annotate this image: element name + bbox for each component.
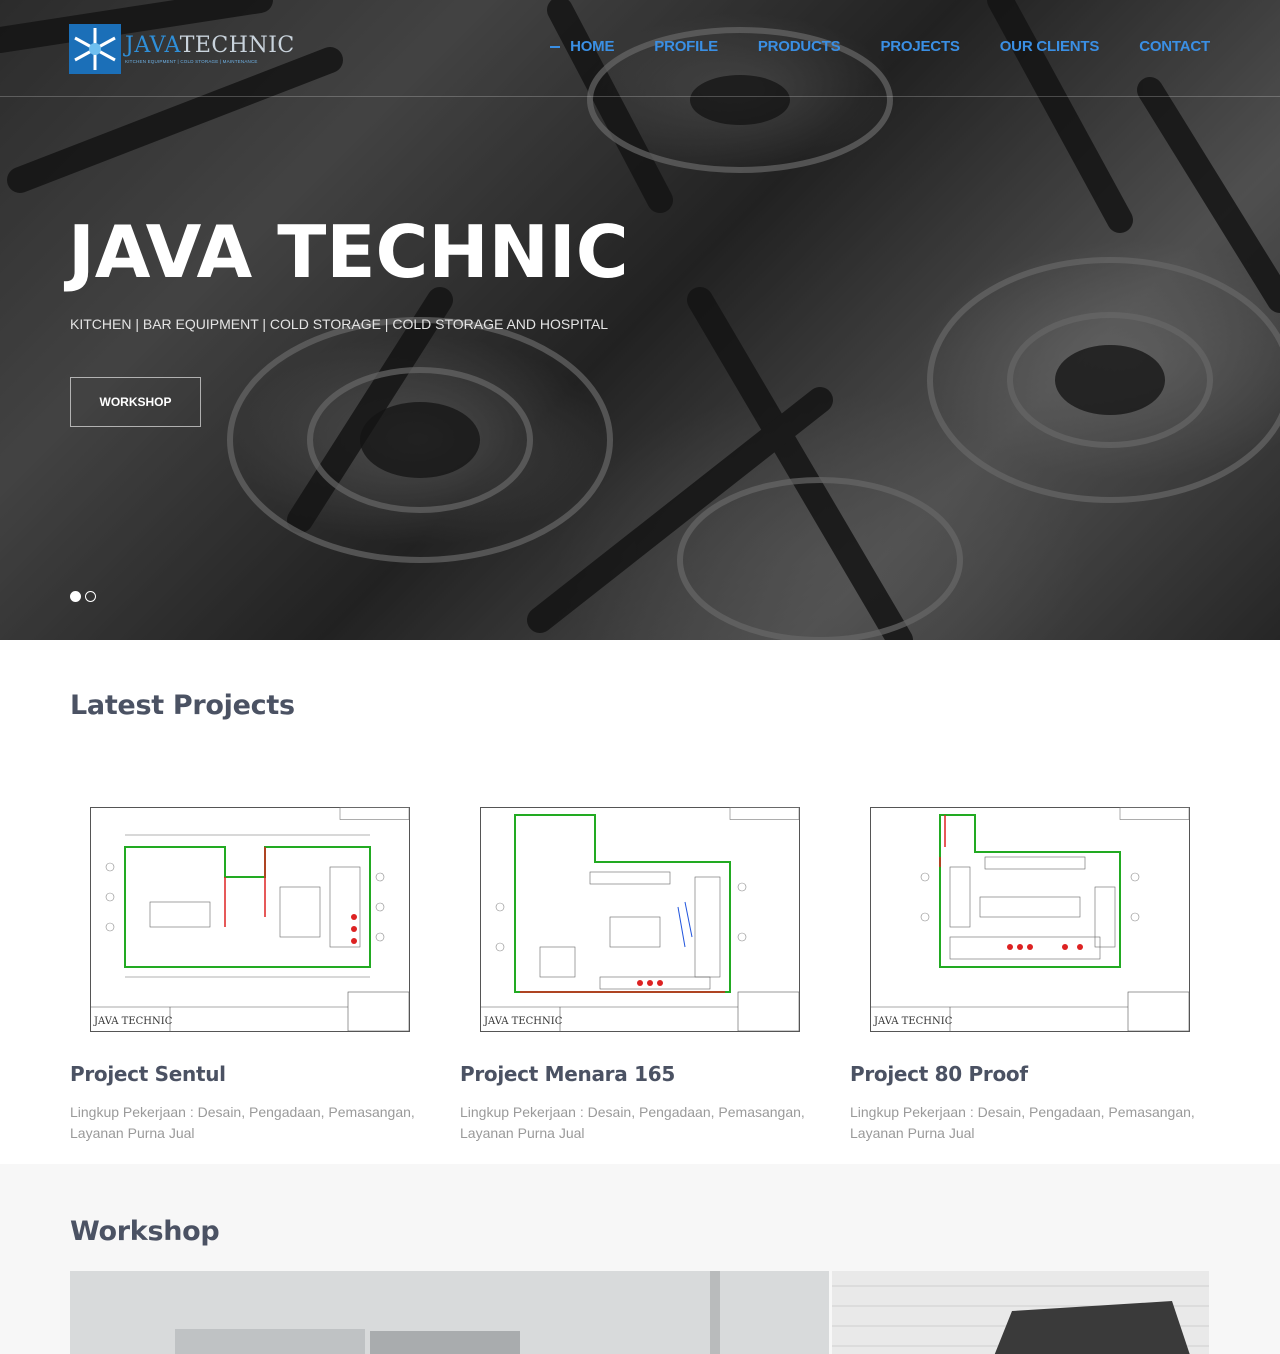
hero-subtitle: KITCHEN | BAR EQUIPMENT | COLD STORAGE |… [70, 316, 609, 332]
slider-dot-1[interactable] [70, 591, 81, 602]
workshop-photo-1-art [70, 1271, 829, 1354]
workshop-photo-2-art [832, 1271, 1209, 1354]
latest-projects-title: Latest Projects [70, 690, 295, 721]
floor-plan-drawing: JAVA TECHNIC [90, 807, 410, 1032]
project-title[interactable]: Project Menara 165 [460, 1062, 820, 1086]
workshop-button[interactable]: WORKSHOP [70, 377, 201, 427]
project-floor-plan-image[interactable]: JAVA TECHNIC [850, 790, 1210, 1045]
project-floor-plan-image[interactable]: JAVA TECHNIC [70, 790, 430, 1045]
slider-pagination [70, 591, 96, 602]
workshop-photo-1[interactable] [70, 1271, 829, 1354]
projects-grid: JAVA TECHNIC Project Sentul Lingkup Peke… [70, 790, 1210, 1144]
project-description: Lingkup Pekerjaan : Desain, Pengadaan, P… [70, 1104, 415, 1141]
project-title[interactable]: Project 80 Proof [850, 1062, 1210, 1086]
hero-title: JAVA TECHNIC [68, 210, 629, 294]
logo-snowflake-icon [69, 24, 121, 74]
project-description: Lingkup Pekerjaan : Desain, Pengadaan, P… [850, 1104, 1195, 1141]
svg-text:JAVA TECHNIC: JAVA TECHNIC [93, 1016, 173, 1027]
project-card[interactable]: JAVA TECHNIC Project Sentul Lingkup Peke… [70, 790, 430, 1144]
logo-tagline: KITCHEN EQUIPMENT | COLD STORAGE | MAINT… [125, 58, 258, 64]
project-card[interactable]: JAVA TECHNIC Project 80 Proof Lingkup Pe… [850, 790, 1210, 1144]
workshop-section: Workshop [0, 1164, 1280, 1354]
project-description: Lingkup Pekerjaan : Desain, Pengadaan, P… [460, 1104, 805, 1141]
nav-products[interactable]: PRODUCTS [758, 37, 841, 57]
nav-contact[interactable]: CONTACT [1139, 37, 1210, 57]
project-card[interactable]: JAVA TECHNIC Project Menara 165 Lingkup … [460, 790, 820, 1144]
svg-text:JAVA TECHNIC: JAVA TECHNIC [873, 1016, 953, 1027]
floor-plan-drawing: JAVA TECHNIC [480, 807, 800, 1032]
workshop-title: Workshop [70, 1216, 220, 1247]
logo-wordmark: JAVATECHNIC [125, 32, 295, 58]
workshop-photo-2[interactable] [832, 1271, 1209, 1354]
nav-profile[interactable]: PROFILE [654, 37, 718, 57]
nav-home[interactable]: HOME [549, 37, 614, 57]
slider-dot-2[interactable] [85, 591, 96, 602]
nav-our-clients[interactable]: OUR CLIENTS [1000, 37, 1100, 57]
project-title[interactable]: Project Sentul [70, 1062, 430, 1086]
svg-text:JAVA TECHNIC: JAVA TECHNIC [483, 1016, 563, 1027]
site-logo[interactable]: JAVATECHNIC KITCHEN EQUIPMENT | COLD STO… [69, 23, 294, 75]
nav-projects[interactable]: PROJECTS [880, 37, 959, 57]
project-floor-plan-image[interactable]: JAVA TECHNIC [460, 790, 820, 1045]
floor-plan-drawing: JAVA TECHNIC [870, 807, 1190, 1032]
site-header: JAVATECHNIC KITCHEN EQUIPMENT | COLD STO… [0, 0, 1280, 97]
main-nav: HOME PROFILE PRODUCTS PROJECTS OUR CLIEN… [530, 37, 1210, 57]
